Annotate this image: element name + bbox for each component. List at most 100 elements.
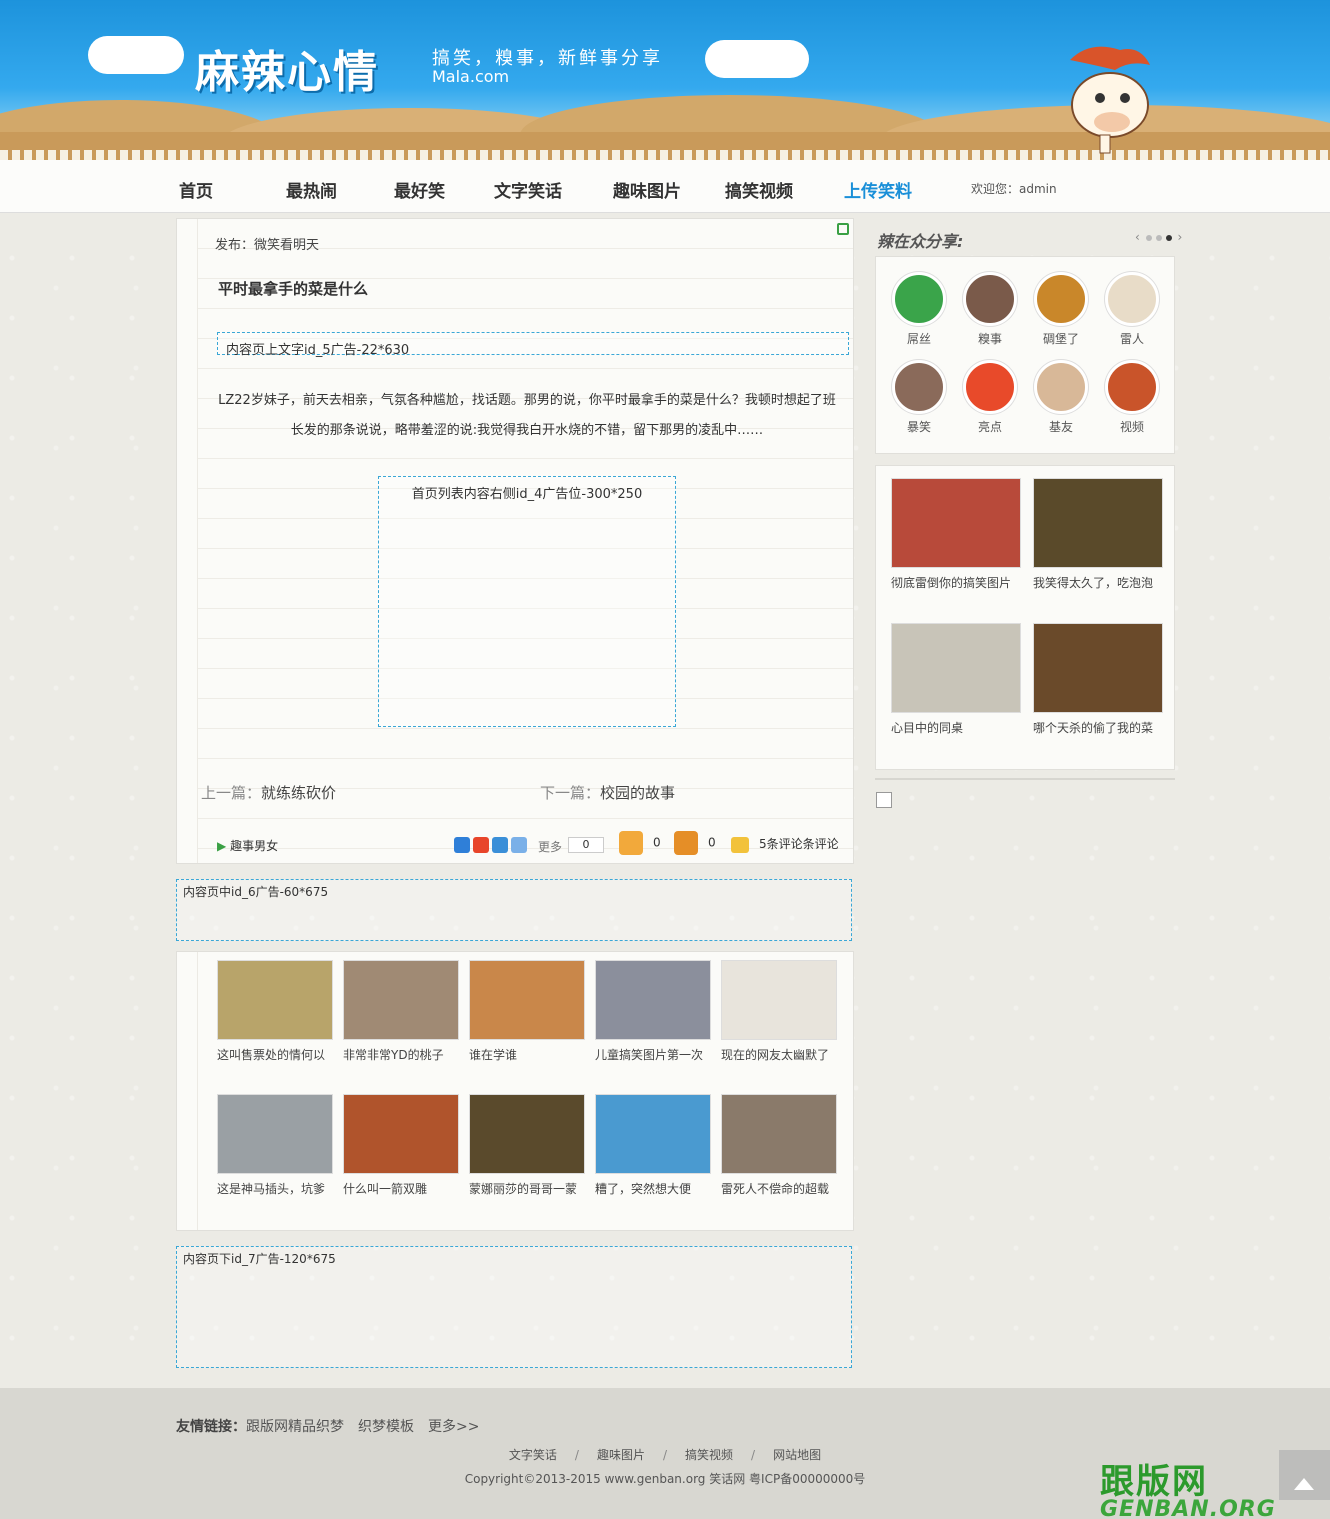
avatar-label[interactable]: 屌丝 [891,330,947,347]
footer-link-videos[interactable]: 搞笑视频 [685,1448,733,1462]
category-avatar[interactable]: 暴笑 [891,360,947,435]
gallery-caption[interactable]: 雷死人不偿命的超载 [721,1180,837,1197]
site-logo-title[interactable]: 麻辣心情 [195,36,379,100]
gallery-caption[interactable]: 这叫售票处的情何以 [217,1046,333,1063]
share-tqq-icon[interactable] [492,837,508,853]
gallery-caption[interactable]: 儿童搞笑图片第一次 [595,1046,711,1063]
footer-link-text-jokes[interactable]: 文字笑话 [509,1448,557,1462]
post-tag[interactable]: ▶ 趣事男女 [217,837,278,854]
next-title[interactable]: 校园的故事 [600,784,675,802]
gallery-item[interactable]: 蒙娜丽莎的哥哥一蒙 [469,1094,585,1197]
nav-item-text-jokes[interactable]: 文字笑话 [494,177,562,202]
share-qzone-icon[interactable] [454,837,470,853]
carousel-dot[interactable] [1155,234,1162,241]
gallery-thumbnail[interactable] [469,1094,585,1174]
gallery-item[interactable]: 非常非常YD的桃子 [343,960,459,1063]
avatar-icon[interactable] [1034,360,1088,414]
back-to-top-button[interactable] [1279,1450,1330,1500]
avatar-icon[interactable] [963,360,1017,414]
prev-post-link[interactable]: 上一篇：就练练砍价 [201,782,336,803]
gallery-thumbnail[interactable] [721,960,837,1040]
comments-link[interactable]: 5条评论条评论 [731,835,839,853]
chevron-left-icon[interactable]: ‹ [1135,230,1140,244]
avatar-icon[interactable] [892,272,946,326]
category-avatar[interactable]: 碉堡了 [1033,272,1089,347]
friend-link[interactable]: 织梦模板 [358,1419,414,1435]
hot-image-caption[interactable]: 彻底雷倒你的搞笑图片 [891,574,1021,591]
tag-label[interactable]: 趣事男女 [230,839,278,853]
ad-slot-middle[interactable]: 首页列表内容右侧id_4广告位-300*250 [378,476,676,727]
avatar-icon[interactable] [963,272,1017,326]
ad-slot-content-bottom[interactable]: 内容页下id_7广告-120*675 [176,1246,852,1368]
category-avatar[interactable]: 基友 [1033,360,1089,435]
category-avatar[interactable]: 糗事 [962,272,1018,347]
avatar-label[interactable]: 视频 [1104,418,1160,435]
gallery-thumbnail[interactable] [721,1094,837,1174]
share-plus-icon[interactable] [511,837,527,853]
gallery-thumbnail[interactable] [343,1094,459,1174]
gallery-item[interactable]: 谁在学谁 [469,960,585,1063]
category-avatar[interactable]: 亮点 [962,360,1018,435]
prev-title[interactable]: 就练练砍价 [261,784,336,802]
gallery-caption[interactable]: 这是神马插头，坑爹 [217,1180,333,1197]
hot-image-caption[interactable]: 心目中的同桌 [891,719,1021,736]
next-post-link[interactable]: 下一篇：校园的故事 [540,782,675,803]
avatar-label[interactable]: 糗事 [962,330,1018,347]
comment-count[interactable]: 5条评论条评论 [759,837,839,851]
hot-image-caption[interactable]: 哪个天杀的偷了我的菜 [1033,719,1163,736]
gallery-caption[interactable]: 谁在学谁 [469,1046,585,1063]
avatar-icon[interactable] [1105,360,1159,414]
chevron-right-icon[interactable]: › [1177,230,1182,244]
hot-image-thumbnail[interactable] [891,623,1021,713]
avatar-icon[interactable] [1034,272,1088,326]
gallery-thumbnail[interactable] [343,960,459,1040]
external-link-icon[interactable] [837,223,849,235]
nav-item-home[interactable]: 首页 [179,177,213,202]
avatar-icon[interactable] [1105,272,1159,326]
gallery-caption[interactable]: 现在的网友太幽默了 [721,1046,837,1063]
hot-image-item[interactable]: 我笑得太久了，吃泡泡 [1033,478,1163,591]
broken-image-icon[interactable] [876,792,892,808]
gallery-thumbnail[interactable] [217,960,333,1040]
avatar-label[interactable]: 碉堡了 [1033,330,1089,347]
gallery-thumbnail[interactable] [595,960,711,1040]
carousel-dot-active[interactable] [1165,234,1172,241]
category-avatar[interactable]: 视频 [1104,360,1160,435]
hot-image-caption[interactable]: 我笑得太久了，吃泡泡 [1033,574,1163,591]
avatar-label[interactable]: 雷人 [1104,330,1160,347]
gallery-thumbnail[interactable] [469,960,585,1040]
like-button[interactable]: 0 [619,831,661,855]
nav-item-upload[interactable]: 上传笑料 [844,177,912,202]
gallery-caption[interactable]: 非常非常YD的桃子 [343,1046,459,1063]
footer-link-sitemap[interactable]: 网站地图 [773,1448,821,1462]
gallery-item[interactable]: 什么叫一箭双雕 [343,1094,459,1197]
gallery-thumbnail[interactable] [217,1094,333,1174]
hot-image-thumbnail[interactable] [1033,478,1163,568]
gallery-item[interactable]: 糟了，突然想大便 [595,1094,711,1197]
gallery-item[interactable]: 这是神马插头，坑爹 [217,1094,333,1197]
gallery-caption[interactable]: 什么叫一箭双雕 [343,1180,459,1197]
friend-link[interactable]: 跟版网精品织梦 [246,1419,344,1435]
hot-image-item[interactable]: 哪个天杀的偷了我的菜 [1033,623,1163,736]
hot-image-thumbnail[interactable] [891,478,1021,568]
hot-image-thumbnail[interactable] [1033,623,1163,713]
avatar-label[interactable]: 基友 [1033,418,1089,435]
avatar-label[interactable]: 亮点 [962,418,1018,435]
gallery-item[interactable]: 雷死人不偿命的超载 [721,1094,837,1197]
nav-item-funniest[interactable]: 最好笑 [394,177,445,202]
gallery-item[interactable]: 儿童搞笑图片第一次 [595,960,711,1063]
hot-image-item[interactable]: 心目中的同桌 [891,623,1021,736]
gallery-item[interactable]: 现在的网友太幽默了 [721,960,837,1063]
gallery-thumbnail[interactable] [595,1094,711,1174]
share-more-link[interactable]: 更多 [538,838,562,855]
friend-link-more[interactable]: 更多>> [428,1419,479,1435]
share-weibo-icon[interactable] [473,837,489,853]
ad-slot-content-middle[interactable]: 内容页中id_6广告-60*675 [176,879,852,941]
gallery-item[interactable]: 这叫售票处的情何以 [217,960,333,1063]
category-avatar[interactable]: 屌丝 [891,272,947,347]
ad-slot-top[interactable]: 内容页上文字id_5广告-22*630 [217,332,849,358]
carousel-dot[interactable] [1145,234,1152,241]
gallery-caption[interactable]: 蒙娜丽莎的哥哥一蒙 [469,1180,585,1197]
footer-link-fun-images[interactable]: 趣味图片 [597,1448,645,1462]
dislike-button[interactable]: 0 [674,831,716,855]
